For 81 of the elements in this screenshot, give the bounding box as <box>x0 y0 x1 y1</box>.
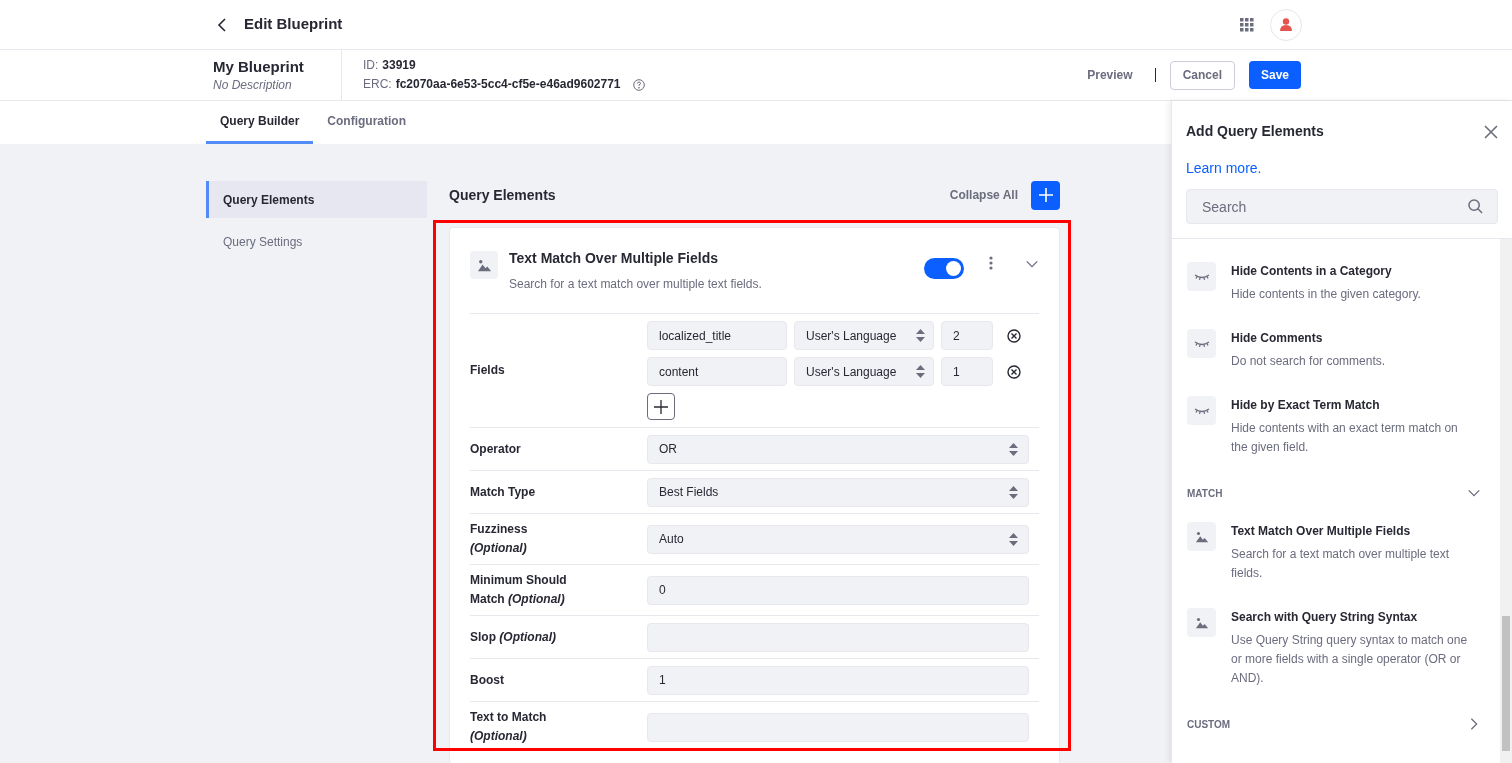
element-description: Search for a text match over multiple text fields. <box>509 276 762 293</box>
person-icon <box>1280 18 1292 31</box>
sort-arrows-icon <box>916 365 925 378</box>
add-button[interactable] <box>1031 180 1060 210</box>
group-heading[interactable]: MATCH <box>1187 485 1223 501</box>
element-description: Hide contents in the given category. <box>1231 286 1421 303</box>
cancel-button[interactable]: Cancel <box>1169 60 1235 90</box>
element-title[interactable]: Text Match Over Multiple Fields <box>1231 523 1475 539</box>
search-field[interactable]: Search <box>1186 189 1498 224</box>
select-field[interactable]: Auto <box>647 524 1029 554</box>
toggle-switch[interactable] <box>924 258 964 279</box>
field-label: Match Type <box>470 483 537 501</box>
section-title: Query Elements <box>449 185 556 205</box>
closed-eye-icon <box>1193 339 1210 348</box>
input-field[interactable] <box>647 622 1029 652</box>
closed-eye-icon <box>1193 272 1210 281</box>
field-label: Slop (Optional) <box>470 628 557 646</box>
back-icon[interactable] <box>216 17 228 32</box>
scrollbar[interactable] <box>1500 239 1512 763</box>
element-title: Text Match Over Multiple Fields <box>509 249 719 268</box>
add-field-button[interactable] <box>647 393 675 420</box>
element-title[interactable]: Hide by Exact Term Match <box>1231 397 1475 413</box>
tab[interactable]: Query Builder <box>206 101 314 144</box>
id-label: ID: <box>363 57 379 74</box>
save-button[interactable]: Save <box>1249 61 1301 89</box>
select-field[interactable]: OR <box>647 434 1029 464</box>
search-icon <box>1468 199 1483 214</box>
element-description: Search for a text match over multiple text fields. <box>1231 546 1451 582</box>
remove-icon[interactable] <box>1007 328 1021 343</box>
closed-eye-icon <box>1193 406 1210 415</box>
field-label: Text to Match (Optional) <box>470 709 548 745</box>
collapse-all-link[interactable]: Collapse All <box>949 186 1018 204</box>
sidebar-item[interactable]: Query Settings <box>206 223 427 260</box>
field-name-input[interactable]: content <box>647 357 787 386</box>
close-icon[interactable] <box>1484 124 1498 139</box>
element-description: Do not search for comments. <box>1231 353 1386 370</box>
sort-arrows-icon <box>916 329 925 342</box>
input-field[interactable] <box>647 712 1029 742</box>
element-title[interactable]: Hide Contents in a Category <box>1231 263 1421 279</box>
erc-value: fc2070aa-6e53-5cc4-cf5e-e46ad9602771 <box>395 76 621 93</box>
image-icon <box>476 257 492 273</box>
help-icon[interactable] <box>632 78 645 91</box>
panel-title: Add Query Elements <box>1186 122 1324 141</box>
boost-input[interactable]: 2 <box>941 321 993 350</box>
blueprint-description: No Description <box>213 77 293 93</box>
input-field[interactable]: 0 <box>647 575 1029 605</box>
field-label: Fields <box>470 362 506 379</box>
sort-arrows-icon <box>1009 442 1018 456</box>
select-field[interactable]: Best Fields <box>647 477 1029 507</box>
blueprint-name: My Blueprint <box>213 57 305 77</box>
sort-arrows-icon <box>1009 532 1018 546</box>
id-value: 33919 <box>382 57 416 74</box>
erc-label: ERC: <box>363 76 392 93</box>
user-avatar[interactable] <box>1270 8 1302 41</box>
preview-button[interactable]: Preview <box>1079 62 1141 88</box>
field-name-input[interactable]: localized_title <box>647 321 787 350</box>
group-heading[interactable]: CUSTOM <box>1187 716 1231 732</box>
apps-grid-icon[interactable] <box>1240 17 1254 32</box>
sidebar-item[interactable]: Query Elements <box>206 181 427 218</box>
learn-more-link[interactable]: Learn more. <box>1186 158 1498 179</box>
plus-icon <box>654 399 668 414</box>
tab[interactable]: Configuration <box>313 101 420 144</box>
field-label: Minimum Should Match (Optional) <box>470 572 568 608</box>
language-select[interactable]: User's Language <box>794 321 934 350</box>
field-label: Fuzziness (Optional) <box>470 521 529 557</box>
field-label: Operator <box>470 440 522 458</box>
field-label: Boost <box>470 671 505 689</box>
element-title[interactable]: Search with Query String Syntax <box>1231 609 1475 625</box>
more-options-icon[interactable] <box>989 256 993 270</box>
input-field[interactable]: 1 <box>647 665 1029 695</box>
image-icon <box>1194 615 1209 630</box>
element-title[interactable]: Hide Comments <box>1231 330 1386 346</box>
element-description: Use Query String query syntax to match one or more fields with a single operator (OR or AND). <box>1231 632 1469 687</box>
remove-icon[interactable] <box>1007 364 1021 379</box>
boost-input[interactable]: 1 <box>941 357 993 386</box>
image-icon <box>1194 529 1209 544</box>
language-select[interactable]: User's Language <box>794 357 934 386</box>
element-description: Hide contents with an exact term match on the given field. <box>1231 420 1459 456</box>
page-title: Edit Blueprint <box>244 14 343 35</box>
plus-icon <box>1038 188 1053 202</box>
sort-arrows-icon <box>1009 485 1018 499</box>
